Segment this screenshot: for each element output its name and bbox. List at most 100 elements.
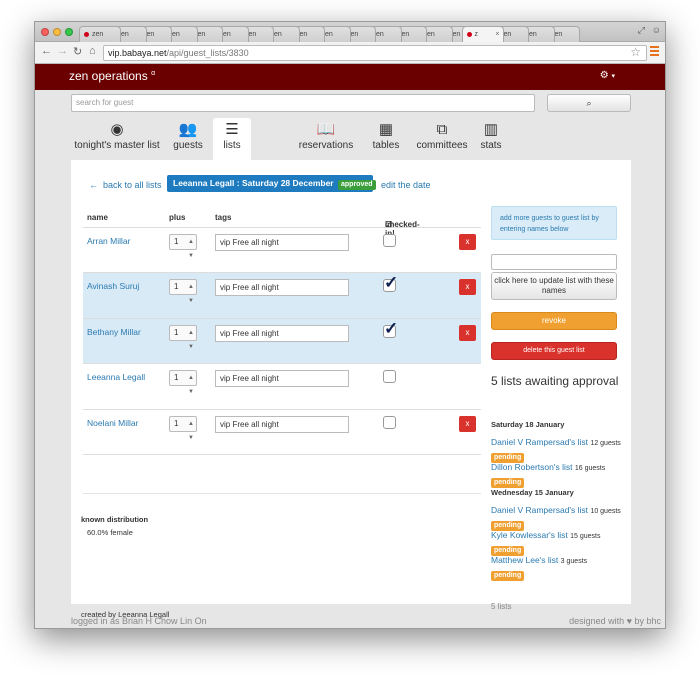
close-tab-icon[interactable]: × [495,27,499,42]
guest-names-input[interactable] [491,254,617,270]
tab-guests[interactable]: 👥 guests [163,118,213,160]
add-guests-info: add more guests to guest list by enterin… [491,206,617,240]
guest-count: 10 guests [590,508,621,515]
minimize-window-button[interactable] [53,28,61,36]
plus-select[interactable]: 1 ▲ ▼ [169,415,197,441]
pending-list-link[interactable]: Dillon Robertson's list [491,462,572,472]
bookmark-star-icon[interactable]: ☆ [630,45,641,59]
guest-count: 16 guests [574,465,606,472]
stepper-arrows-icon: ▲ ▼ [188,239,194,259]
stepper-arrows-icon: ▲ ▼ [188,329,194,350]
tab-strip: zen zen zen zen zen zen zen zen zen zen zen zen zen z… [35,22,665,42]
plus-value: 1 [174,282,179,292]
tab-lists[interactable]: ☰ lists [213,118,251,160]
close-window-button[interactable] [41,28,49,36]
guest-name-link[interactable]: Leeanna Legall [87,372,145,382]
users-icon: 👥 [178,121,198,138]
guest-name-link[interactable]: Bethany Millar [87,327,141,337]
brand-name: zen operations [69,69,148,83]
plus-select[interactable]: 1 ▲ ▼ [169,324,197,350]
tag-input[interactable]: vip Free all night [215,234,349,251]
tab-tonight-s-master-list[interactable]: ◉ tonight's master list [71,118,163,160]
pending-list-item: Kyle Kowlessar's list 15 guests pending [491,529,621,556]
url-path: /api/guest_lists/3830 [166,48,249,58]
update-list-button[interactable]: click here to update list with these nam… [491,272,617,300]
table-header: name plus tags ☑ checked-in! [83,206,481,238]
table-row: Arran Millar 1 ▲ ▼ vip Free all night x [83,228,481,274]
browser-tab-label: z [474,31,479,38]
checked-in-checkbox[interactable] [383,319,398,339]
tab-tables[interactable]: ▦ tables [363,118,409,160]
tab-label: stats [480,140,502,151]
home-icon[interactable]: ⌂ [89,45,96,57]
tab-reservations[interactable]: 📖 reservations [289,118,363,160]
plus-select[interactable]: 1 ▲ ▼ [169,234,197,259]
guest-count: 12 guests [590,440,621,447]
pending-list-link[interactable]: Kyle Kowlessar's list [491,530,568,540]
delete-guest-button[interactable]: x [459,279,476,296]
guest-count: 15 guests [570,533,601,540]
browser-window: zen zen zen zen zen zen zen zen zen zen zen zen zen z… [34,21,666,629]
guest-table: name plus tags ☑ checked-in! Arran Milla… [83,206,481,455]
search-button[interactable]: ⌕ [547,94,631,112]
tag-input[interactable]: vip Free all night [215,279,349,297]
zoom-window-button[interactable] [65,28,73,36]
browser-tab[interactable]: z × [461,26,504,42]
edit-date-link[interactable]: edit the date [381,180,431,190]
chevron-down-icon: ▾ [611,73,615,80]
tag-input[interactable]: vip Free all night [215,324,349,342]
back-to-all-lists-link[interactable]: ← back to all lists [89,180,162,190]
back-arrow-icon[interactable]: ← [41,45,52,57]
tag-input[interactable]: vip Free all night [215,415,349,433]
settings-menu[interactable]: ⚙ ▾ [600,70,615,81]
pending-list-link[interactable]: Daniel V Rampersad's list [491,505,588,515]
plus-select[interactable]: 1 ▲ ▼ [169,279,197,304]
pending-list-item: Matthew Lee's list 3 guests pending [491,554,621,581]
plus-select[interactable]: 1 ▲ ▼ [169,370,197,395]
pending-badge: pending [491,478,525,488]
pending-list-link[interactable]: Daniel V Rampersad's list [491,437,588,447]
table-row: Bethany Millar 1 ▲▼ vip Free all night x [83,318,481,365]
tab-label: lists [223,140,241,151]
guest-name-link[interactable]: Avinash Suruj [87,281,139,291]
revoke-button[interactable]: revoke [491,312,617,330]
table-row: Noelani Millar 1 ▲ ▼ vip Free all night x [83,410,481,455]
tab-label: reservations [298,140,354,151]
search-icon: ⌕ [586,98,592,108]
checked-in-checkbox[interactable] [383,234,396,247]
checked-in-checkbox[interactable] [383,415,396,429]
delete-guest-button[interactable]: x [459,234,476,250]
fullscreen-icon[interactable]: ⤢ [638,25,645,36]
awaiting-approval-title: 5 lists awaiting approval [491,374,619,388]
pending-list-link[interactable]: Matthew Lee's list [491,555,558,565]
plus-value: 1 [174,373,179,383]
brand[interactable]: zen operations α [69,69,155,83]
delete-guest-button[interactable]: x [459,324,476,341]
list-title-badge: Leeanna Legall : Saturday 28 December ap… [167,175,376,192]
col-tags: tags [215,213,232,222]
table-row: Avinash Suruj 1 ▲▼ vip Free all night x [83,273,481,319]
guest-name-link[interactable]: Arran Millar [87,236,130,246]
checked-in-checkbox[interactable] [383,370,396,384]
tab-committees[interactable]: ⧉ committees [409,118,475,160]
tag-input[interactable]: vip Free all night [215,370,349,388]
guest-name-link[interactable]: Noelani Millar [87,418,139,428]
status-badge: approved [338,180,376,190]
browser-tab[interactable]: zen [79,26,121,42]
logged-in-text: logged in as Brian H Chow Lin On [71,616,207,626]
profile-icon[interactable]: ☺ [652,25,661,35]
checked-in-checkbox[interactable] [383,273,398,293]
address-toolbar: ← → ↻ ⌂ vip.babaya.net/api/guest_lists/3… [35,42,665,64]
url-bar[interactable]: vip.babaya.net/api/guest_lists/3830 [103,45,647,61]
reload-icon[interactable]: ↻ [73,45,82,58]
group-date: Saturday 18 January [491,420,565,429]
delete-guest-list-button[interactable]: delete this guest list [491,342,617,360]
tab-label: committees [416,140,468,151]
sitemap-icon: ⧉ [436,121,448,138]
delete-guest-button[interactable]: x [459,415,476,432]
forward-arrow-icon[interactable]: → [57,45,68,57]
tab-stats[interactable]: ▥ stats [475,118,507,160]
guest-count: 3 guests [560,558,588,565]
search-input[interactable]: search for guest [71,94,535,112]
browser-menu-icon[interactable] [650,46,659,56]
